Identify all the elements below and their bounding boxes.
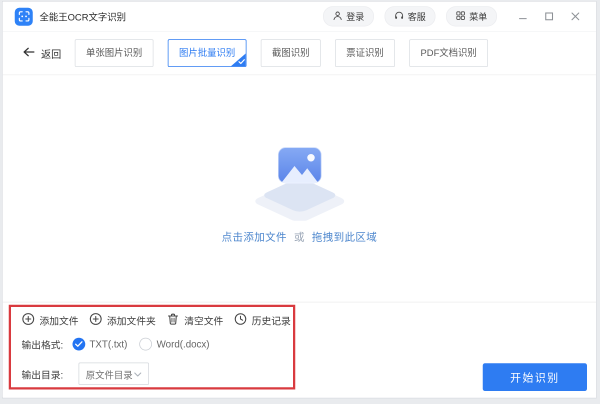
history-label: 历史记录 (252, 313, 291, 327)
tab-bar: 返回 单张图片识别 图片批量识别 截图识别 票证识别 PDF文档识别 (3, 32, 596, 76)
radio-option-txt[interactable]: TXT(.txt) (72, 338, 139, 351)
drop-click-label[interactable]: 点击添加文件 (222, 230, 287, 242)
grid-menu-icon (456, 10, 466, 22)
close-button[interactable] (569, 10, 581, 22)
output-dir-label: 输出目录: (22, 367, 64, 381)
tab-screenshot-ocr[interactable]: 截图识别 (261, 39, 321, 67)
radio-checked-icon[interactable] (72, 338, 85, 351)
image-stack-icon (247, 142, 352, 224)
user-icon (333, 10, 343, 22)
radio-option-word[interactable]: Word(.docx) (139, 338, 221, 351)
screenshot-stage: 全能王OCR文字识别 登录 (0, 0, 600, 404)
add-circle-icon (22, 312, 36, 328)
headset-icon (394, 10, 404, 22)
maximize-button[interactable] (543, 10, 555, 22)
drop-or-label: 或 (294, 230, 305, 242)
login-label: 登录 (346, 10, 364, 23)
clear-files-label: 清空文件 (184, 313, 223, 327)
add-file-label: 添加文件 (40, 313, 79, 327)
support-label: 客服 (408, 10, 426, 23)
window-controls (517, 10, 582, 22)
tab-pdf-ocr[interactable]: PDF文档识别 (409, 39, 488, 67)
tab-single-image-ocr[interactable]: 单张图片识别 (75, 39, 154, 67)
chevron-down-icon (134, 369, 142, 380)
drop-drag-label: 拖拽到此区域 (312, 230, 377, 242)
app-title: 全能王OCR文字识别 (40, 9, 126, 23)
clock-icon (234, 312, 248, 328)
output-dir-row: 输出目录: 原文件目录 (22, 363, 149, 386)
output-format-label: 输出格式: (22, 337, 64, 351)
radio-txt-label: TXT(.txt) (89, 339, 127, 350)
back-label: 返回 (41, 46, 61, 61)
tab-label: 截图识别 (272, 48, 310, 59)
app-window: 全能王OCR文字识别 登录 (2, 1, 597, 399)
add-folder-button[interactable]: 添加文件夹 (89, 312, 156, 328)
titlebar: 全能王OCR文字识别 登录 (3, 2, 596, 32)
add-file-button[interactable]: 添加文件 (22, 312, 79, 328)
file-toolbar: 添加文件 添加文件夹 (22, 312, 291, 328)
options-panel: 添加文件 添加文件夹 (3, 302, 596, 397)
back-arrow-icon (22, 47, 35, 60)
support-button[interactable]: 客服 (384, 6, 435, 26)
start-recognition-button[interactable]: 开始识别 (483, 363, 587, 391)
radio-unchecked-icon[interactable] (139, 338, 152, 351)
file-drop-zone[interactable]: 点击添加文件 或 拖拽到此区域 (3, 75, 596, 302)
tab-label: 图片批量识别 (179, 48, 235, 59)
output-format-row: 输出格式: TXT(.txt) Word(.docx) (22, 337, 222, 351)
app-logo-icon (15, 7, 33, 25)
add-circle-icon (89, 312, 103, 328)
login-button[interactable]: 登录 (323, 6, 374, 26)
output-dir-select[interactable]: 原文件目录 (78, 363, 149, 386)
radio-word-label: Word(.docx) (157, 339, 210, 350)
drop-hint-text: 点击添加文件 或 拖拽到此区域 (222, 229, 377, 244)
back-button[interactable]: 返回 (22, 46, 61, 61)
titlebar-actions: 登录 客服 (323, 6, 581, 26)
history-button[interactable]: 历史记录 (234, 312, 291, 328)
minimize-button[interactable] (517, 10, 529, 22)
menu-button[interactable]: 菜单 (446, 6, 497, 26)
output-dir-value: 原文件目录 (86, 367, 133, 381)
tab-label: PDF文档识别 (421, 48, 477, 59)
add-folder-label: 添加文件夹 (107, 313, 156, 327)
tab-label: 单张图片识别 (86, 48, 142, 59)
menu-label: 菜单 (469, 10, 487, 23)
tab-batch-image-ocr[interactable]: 图片批量识别 (168, 39, 247, 67)
clear-files-button[interactable]: 清空文件 (166, 312, 223, 328)
tab-label: 票证识别 (346, 48, 384, 59)
tab-ticket-ocr[interactable]: 票证识别 (335, 39, 395, 67)
trash-icon (166, 312, 180, 328)
